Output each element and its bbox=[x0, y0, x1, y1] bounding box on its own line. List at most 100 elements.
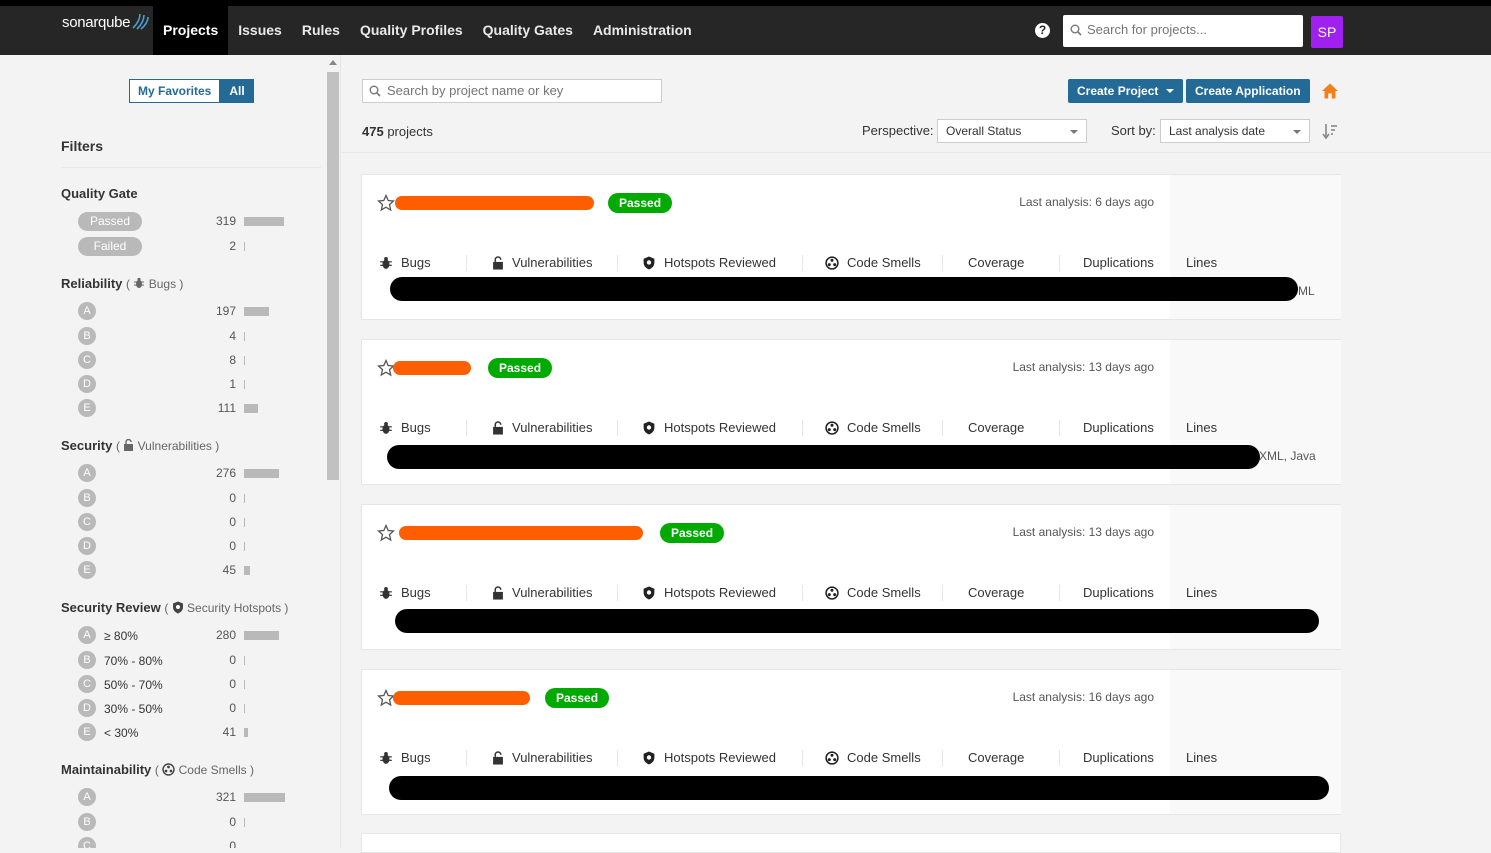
rating-range-label: < 30% bbox=[104, 726, 139, 740]
star-icon[interactable] bbox=[377, 524, 395, 542]
redacted-metric-values bbox=[390, 277, 1298, 301]
all-projects-button[interactable]: All bbox=[220, 79, 254, 103]
reliability-rating-c-filter[interactable]: C bbox=[78, 351, 96, 369]
facet-count: 0 bbox=[229, 491, 236, 505]
code-smell-icon bbox=[825, 585, 839, 600]
sidebar-scrollbar-thumb[interactable] bbox=[327, 72, 339, 480]
security-rating-e-filter[interactable]: E bbox=[78, 561, 96, 579]
redacted-project-name[interactable] bbox=[395, 196, 594, 210]
code-smell-icon bbox=[825, 255, 839, 270]
create-project-label: Create Project bbox=[1077, 84, 1159, 98]
global-search-box[interactable] bbox=[1063, 15, 1303, 47]
security-review-rating-b-filter[interactable]: B bbox=[78, 651, 96, 669]
chevron-down-icon bbox=[1070, 130, 1078, 134]
project-search-input[interactable] bbox=[387, 83, 647, 98]
main-nav: Projects Issues Rules Quality Profiles Q… bbox=[153, 6, 702, 55]
scroll-up-arrow-icon[interactable] bbox=[329, 60, 337, 65]
facet-bar bbox=[244, 332, 245, 341]
facet-count: 41 bbox=[222, 725, 236, 739]
user-avatar[interactable]: SP bbox=[1311, 16, 1343, 48]
bug-icon bbox=[380, 256, 392, 269]
facet-bar bbox=[244, 631, 279, 640]
project-card: Passed Last analysis: 13 days ago Bugs V… bbox=[361, 339, 1341, 485]
metric-lines: Lines bbox=[1186, 585, 1218, 600]
metric-label: Code Smells bbox=[847, 255, 921, 270]
metric-divider bbox=[617, 750, 618, 766]
redacted-project-name[interactable] bbox=[399, 526, 643, 540]
metric-bugs: Bugs bbox=[379, 420, 431, 435]
chevron-down-icon bbox=[1165, 89, 1174, 93]
security-review-rating-d-filter[interactable]: D bbox=[78, 699, 96, 717]
help-icon[interactable]: ? bbox=[1035, 23, 1050, 38]
bug-icon bbox=[380, 586, 392, 599]
bug-icon bbox=[380, 751, 392, 764]
facet-count: 0 bbox=[229, 515, 236, 529]
security-review-rating-c-filter[interactable]: C bbox=[78, 675, 96, 693]
facet-count: 111 bbox=[217, 401, 236, 415]
metric-divider bbox=[802, 420, 803, 436]
nav-quality-profiles[interactable]: Quality Profiles bbox=[350, 6, 473, 55]
metric-code-smells: Code Smells bbox=[825, 420, 921, 435]
facet-bar bbox=[244, 542, 245, 551]
metric-divider bbox=[1059, 585, 1060, 601]
security-rating-a-filter[interactable]: A bbox=[78, 464, 96, 482]
security-rating-c-filter[interactable]: C bbox=[78, 513, 96, 531]
home-icon[interactable] bbox=[1321, 82, 1339, 100]
security-rating-b-filter[interactable]: B bbox=[78, 489, 96, 507]
create-application-button[interactable]: Create Application bbox=[1186, 79, 1310, 103]
nav-administration[interactable]: Administration bbox=[583, 6, 702, 55]
facet-bar bbox=[244, 494, 245, 503]
nav-rules[interactable]: Rules bbox=[292, 6, 350, 55]
nav-projects[interactable]: Projects bbox=[153, 6, 229, 55]
maintainability-rating-c-filter[interactable]: C bbox=[78, 837, 96, 848]
shield-icon bbox=[643, 256, 655, 269]
quality-gate-status-badge: Passed bbox=[660, 523, 725, 543]
maintainability-facet-title: Maintainability ( Code Smells ) bbox=[61, 762, 254, 777]
redacted-metric-values bbox=[387, 445, 1260, 469]
maintainability-rating-a-filter[interactable]: A bbox=[78, 788, 96, 806]
filters-sidebar: My Favorites All Filters Quality Gate Pa… bbox=[0, 55, 341, 848]
sort-by-select[interactable]: Last analysis date bbox=[1160, 119, 1310, 143]
metric-divider bbox=[802, 255, 803, 271]
shield-icon bbox=[172, 601, 183, 614]
rating-range-label: 30% - 50% bbox=[104, 702, 163, 716]
security-review-rating-a-filter[interactable]: A bbox=[78, 626, 96, 644]
quality-gate-failed-filter[interactable]: Failed bbox=[78, 237, 142, 256]
my-favorites-button[interactable]: My Favorites bbox=[129, 79, 221, 103]
maintainability-rating-b-filter[interactable]: B bbox=[78, 813, 96, 831]
facet-bar bbox=[244, 728, 248, 737]
reliability-rating-d-filter[interactable]: D bbox=[78, 375, 96, 393]
reliability-rating-e-filter[interactable]: E bbox=[78, 399, 96, 417]
nav-quality-gates[interactable]: Quality Gates bbox=[473, 6, 583, 55]
project-card: Passed Last analysis: 13 days ago Bugs V… bbox=[361, 504, 1341, 650]
metric-vulnerabilities: Vulnerabilities bbox=[492, 585, 592, 600]
quality-gate-passed-filter[interactable]: Passed bbox=[78, 212, 142, 231]
redacted-project-name[interactable] bbox=[393, 361, 471, 375]
sonarqube-logo[interactable]: sonarqube bbox=[62, 14, 131, 31]
perspective-select[interactable]: Overall Status bbox=[937, 119, 1087, 143]
quality-gate-status-badge: Passed bbox=[488, 358, 553, 378]
reliability-rating-b-filter[interactable]: B bbox=[78, 327, 96, 345]
star-icon[interactable] bbox=[377, 194, 395, 212]
redacted-project-name[interactable] bbox=[393, 691, 530, 705]
metric-label: Code Smells bbox=[847, 750, 921, 765]
maintainability-sub-text: Code Smells bbox=[178, 763, 247, 777]
metric-divider bbox=[617, 255, 618, 271]
sort-direction-icon[interactable] bbox=[1322, 122, 1338, 140]
reliability-rating-a-filter[interactable]: A bbox=[78, 302, 96, 320]
facet-count: 8 bbox=[229, 353, 236, 367]
quality-gate-status-badge: Passed bbox=[545, 688, 610, 708]
nav-issues[interactable]: Issues bbox=[228, 6, 292, 55]
security-review-rating-e-filter[interactable]: E bbox=[78, 723, 96, 741]
facet-count: 321 bbox=[215, 790, 236, 804]
metric-divider bbox=[942, 255, 943, 271]
facet-bar bbox=[244, 217, 284, 226]
project-card bbox=[361, 833, 1341, 853]
project-search-box[interactable] bbox=[362, 79, 662, 103]
create-project-button[interactable]: Create Project bbox=[1068, 79, 1183, 103]
global-search-input[interactable] bbox=[1087, 22, 1287, 37]
metric-divider bbox=[1059, 420, 1060, 436]
reliability-sub-text: Bugs bbox=[148, 277, 177, 291]
security-rating-d-filter[interactable]: D bbox=[78, 537, 96, 555]
maintainability-title-text: Maintainability bbox=[61, 762, 152, 777]
